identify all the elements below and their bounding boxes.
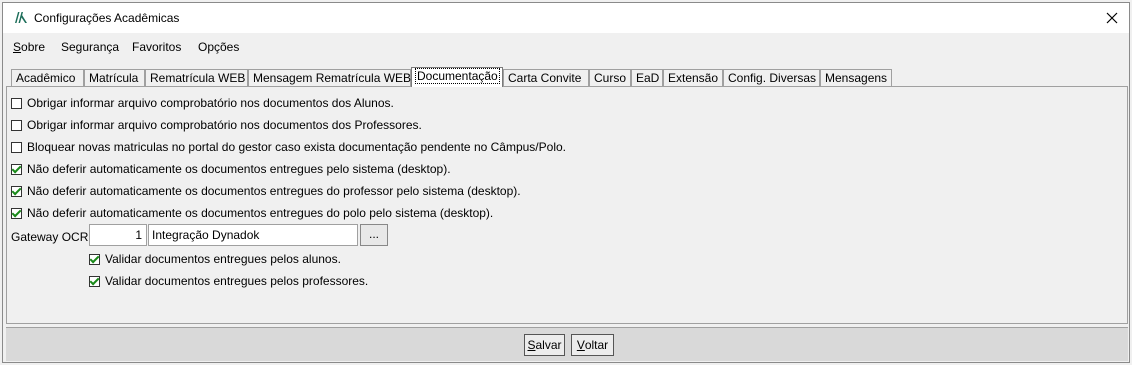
checkbox[interactable] xyxy=(89,275,100,287)
option-nao-deferir-polo[interactable]: Não deferir automaticamente os documento… xyxy=(11,205,493,221)
gateway-browse-button[interactable]: ... xyxy=(360,224,388,246)
option-label: Obrigar informar arquivo comprobatório n… xyxy=(27,118,422,132)
option-label: Não deferir automaticamente os documento… xyxy=(27,162,451,176)
settings-window: Configurações Acadêmicas Sobre Segurança… xyxy=(2,2,1130,363)
title-bar: Configurações Acadêmicas xyxy=(3,3,1129,33)
menu-sobre-accesskey: S xyxy=(13,40,22,54)
back-button[interactable]: Voltar xyxy=(571,334,614,356)
tab-carta-convite[interactable]: Carta Convite xyxy=(503,69,589,86)
tab-academico[interactable]: Acadêmico xyxy=(11,69,84,86)
option-label: Não deferir automaticamente os documento… xyxy=(27,206,494,220)
close-button[interactable] xyxy=(1095,3,1129,33)
tab-ead[interactable]: EaD xyxy=(631,69,663,86)
checkbox[interactable] xyxy=(11,97,22,109)
documentacao-panel: Obrigar informar arquivo comprobatório n… xyxy=(6,86,1128,324)
option-bloquear-matriculas[interactable]: Bloquear novas matriculas no portal do g… xyxy=(11,139,566,155)
checkbox[interactable] xyxy=(11,141,22,153)
app-logo-icon xyxy=(15,12,27,23)
checkbox[interactable] xyxy=(11,119,22,131)
tab-matricula[interactable]: Matrícula xyxy=(84,69,145,86)
option-validar-professores[interactable]: Validar documentos entregues pelos profe… xyxy=(89,273,368,289)
back-accesskey: V xyxy=(576,338,585,352)
window-title: Configurações Acadêmicas xyxy=(34,11,180,25)
gateway-code-input[interactable]: 1 xyxy=(89,224,147,246)
checkbox[interactable] xyxy=(11,207,22,219)
menu-sobre[interactable]: Sobre xyxy=(13,40,45,54)
option-label: Não deferir automaticamente os documento… xyxy=(27,184,521,198)
option-label: Validar documentos entregues pelos aluno… xyxy=(105,252,341,266)
option-label: Bloquear novas matriculas no portal do g… xyxy=(27,140,566,154)
save-accesskey: S xyxy=(527,338,536,352)
tab-strip: Acadêmico Matrícula Rematrícula WEB Mens… xyxy=(3,67,1129,87)
tab-mensagem-rematricula-web[interactable]: Mensagem Rematrícula WEB xyxy=(248,69,411,86)
option-nao-deferir-professor[interactable]: Não deferir automaticamente os documento… xyxy=(11,183,521,199)
tab-curso[interactable]: Curso xyxy=(589,69,631,86)
tab-config-diversas[interactable]: Config. Diversas xyxy=(723,69,820,86)
save-button[interactable]: Salvar xyxy=(524,334,565,356)
option-arquivo-professores[interactable]: Obrigar informar arquivo comprobatório n… xyxy=(11,117,422,133)
tab-extensao[interactable]: Extensão xyxy=(663,69,723,86)
checkbox[interactable] xyxy=(89,253,100,265)
checkbox[interactable] xyxy=(11,163,22,175)
gateway-name-field[interactable]: Integração Dynadok xyxy=(148,224,358,246)
option-arquivo-alunos[interactable]: Obrigar informar arquivo comprobatório n… xyxy=(11,95,394,111)
menu-opcoes[interactable]: Opções xyxy=(198,40,239,54)
option-validar-alunos[interactable]: Validar documentos entregues pelos aluno… xyxy=(89,251,341,267)
menu-favoritos[interactable]: Favoritos xyxy=(132,40,181,54)
close-icon xyxy=(1106,12,1118,24)
save-label: alvar xyxy=(535,338,562,352)
option-label: Obrigar informar arquivo comprobatório n… xyxy=(27,96,394,110)
menu-sobre-label: obre xyxy=(21,40,46,54)
menu-seguranca[interactable]: Segurança xyxy=(61,40,119,54)
tab-rematricula-web[interactable]: Rematrícula WEB xyxy=(145,69,248,86)
option-label: Validar documentos entregues pelos profe… xyxy=(105,274,369,288)
tab-mensagens[interactable]: Mensagens xyxy=(820,69,892,86)
gateway-ocr-label: Gateway OCR: xyxy=(11,230,92,244)
tab-documentacao[interactable]: Documentação xyxy=(411,67,503,87)
menu-bar: Sobre Segurança Favoritos Opções xyxy=(3,36,1129,58)
footer-bar: Salvar Voltar xyxy=(6,327,1128,361)
option-nao-deferir-sistema[interactable]: Não deferir automaticamente os documento… xyxy=(11,161,451,177)
back-label: oltar xyxy=(584,338,609,352)
checkbox[interactable] xyxy=(11,185,22,197)
